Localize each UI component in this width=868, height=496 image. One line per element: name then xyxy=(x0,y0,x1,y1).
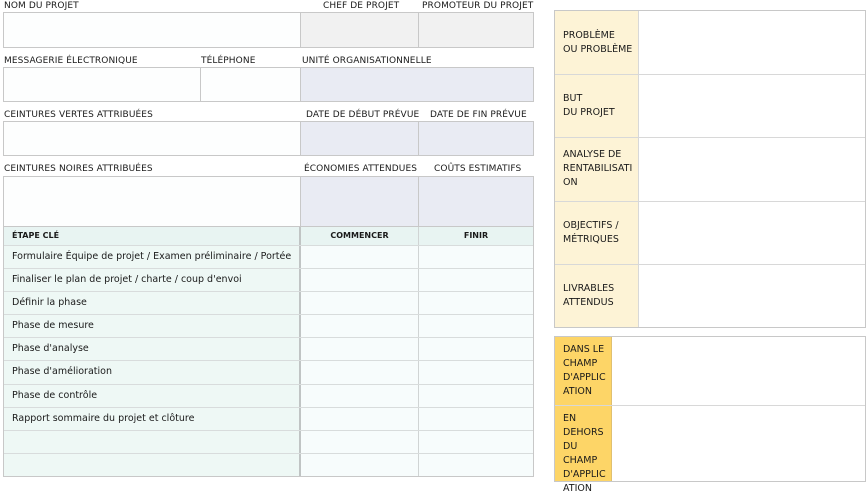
milestone-start-cell[interactable] xyxy=(301,361,419,384)
detail-row-deliverables: LIVRABLES ATTENDUS xyxy=(555,263,865,327)
milestone-step[interactable] xyxy=(4,430,301,453)
table-row: Phase de contrôle xyxy=(4,383,533,407)
black-belts-field[interactable] xyxy=(3,176,301,227)
project-manager-label: CHEF DE PROJET xyxy=(323,1,400,11)
deliverables-label: LIVRABLES ATTENDUS xyxy=(555,264,639,327)
table-row: Rapport sommaire du projet et clôture xyxy=(4,406,533,430)
milestone-step: Phase de contrôle xyxy=(4,384,301,407)
milestone-end-cell[interactable] xyxy=(419,453,533,476)
in-scope-field[interactable] xyxy=(612,337,865,405)
goals-label: OBJECTIFS / MÉTRIQUES xyxy=(555,201,639,264)
milestone-start-cell[interactable] xyxy=(301,384,419,407)
milestone-end-cell[interactable] xyxy=(419,338,533,361)
milestone-col-start: COMMENCER xyxy=(301,227,419,245)
project-manager-field[interactable] xyxy=(300,12,419,48)
milestone-table: ÉTAPE CLÉ COMMENCER FINIR Formulaire Équ… xyxy=(3,226,534,477)
org-unit-label: UNITÉ ORGANISATIONNELLE xyxy=(302,56,432,66)
out-scope-field[interactable] xyxy=(612,406,865,481)
milestone-col-step: ÉTAPE CLÉ xyxy=(4,227,301,245)
detail-row-business-case: ANALYSE DE RENTABILISATI ON xyxy=(555,137,865,201)
problem-label: PROBLÈME OU PROBLÈME xyxy=(555,11,639,75)
milestone-end-cell[interactable] xyxy=(419,246,533,269)
purpose-field[interactable] xyxy=(639,75,865,138)
scope-row-out: EN DEHORS DU CHAMP D'APPLIC ATION xyxy=(555,406,865,494)
milestone-col-end: FINIR xyxy=(419,227,533,245)
milestone-step: Phase d'analyse xyxy=(4,338,301,361)
email-label: MESSAGERIE ÉLECTRONIQUE xyxy=(4,56,138,66)
milestone-end-cell[interactable] xyxy=(419,361,533,384)
milestone-step[interactable] xyxy=(4,453,301,476)
costs-label: COÛTS ESTIMATIFS xyxy=(434,164,522,174)
in-scope-label: DANS LE CHAMP D'APPLIC ATION xyxy=(555,337,612,405)
milestone-step: Formulaire Équipe de projet / Examen pré… xyxy=(4,246,301,269)
milestone-end-cell[interactable] xyxy=(419,384,533,407)
milestone-table-header: ÉTAPE CLÉ COMMENCER FINIR xyxy=(4,227,533,245)
costs-field[interactable] xyxy=(418,176,534,227)
detail-row-goals: OBJECTIFS / MÉTRIQUES xyxy=(555,200,865,264)
phone-label: TÉLÉPHONE xyxy=(201,56,256,66)
project-name-field[interactable] xyxy=(3,12,301,48)
milestone-start-cell[interactable] xyxy=(301,338,419,361)
scope-panel: DANS LE CHAMP D'APPLIC ATION EN DEHORS D… xyxy=(554,336,866,494)
end-date-label: DATE DE FIN PRÉVUE xyxy=(430,110,527,120)
milestone-end-cell[interactable] xyxy=(419,407,533,430)
table-row: Phase d'analyse xyxy=(4,337,533,361)
milestone-step: Rapport sommaire du projet et clôture xyxy=(4,407,301,430)
milestone-step: Définir la phase xyxy=(4,292,301,315)
milestone-start-cell[interactable] xyxy=(301,407,419,430)
milestone-start-cell[interactable] xyxy=(301,246,419,269)
table-row: Définir la phase xyxy=(4,291,533,315)
sponsor-field[interactable] xyxy=(418,12,534,48)
table-row: Phase d'amélioration xyxy=(4,360,533,384)
org-unit-field[interactable] xyxy=(300,67,534,102)
milestone-end-cell[interactable] xyxy=(419,292,533,315)
milestone-start-cell[interactable] xyxy=(301,430,419,453)
sponsor-label: PROMOTEUR DU PROJET xyxy=(422,1,534,11)
table-row xyxy=(4,429,533,453)
table-row: Formulaire Équipe de projet / Examen pré… xyxy=(4,245,533,269)
savings-label: ÉCONOMIES ATTENDUES xyxy=(304,164,418,174)
start-date-field[interactable] xyxy=(300,121,419,156)
purpose-label: BUT DU PROJET xyxy=(555,75,639,138)
green-belts-label: CEINTURES VERTES ATTRIBUÉES xyxy=(4,110,153,120)
green-belts-field[interactable] xyxy=(3,121,301,156)
table-row: Finaliser le plan de projet / charte / c… xyxy=(4,268,533,292)
deliverables-field[interactable] xyxy=(639,264,865,327)
email-field[interactable] xyxy=(3,67,201,102)
table-row xyxy=(4,452,533,476)
goals-field[interactable] xyxy=(639,201,865,264)
problem-field[interactable] xyxy=(639,11,865,75)
detail-row-purpose: BUT DU PROJET xyxy=(555,74,865,138)
business-case-field[interactable] xyxy=(639,138,865,201)
milestone-start-cell[interactable] xyxy=(301,292,419,315)
milestone-step: Finaliser le plan de projet / charte / c… xyxy=(4,269,301,292)
project-details-panel: PROBLÈME OU PROBLÈME BUT DU PROJET ANALY… xyxy=(554,10,866,328)
end-date-field[interactable] xyxy=(418,121,534,156)
milestone-step: Phase d'amélioration xyxy=(4,361,301,384)
milestone-end-cell[interactable] xyxy=(419,269,533,292)
start-date-label: DATE DE DÉBUT PRÉVUE xyxy=(306,110,420,120)
scope-row-in: DANS LE CHAMP D'APPLIC ATION xyxy=(555,337,865,406)
project-name-label: NOM DU PROJET xyxy=(4,1,79,11)
business-case-label: ANALYSE DE RENTABILISATI ON xyxy=(555,138,639,201)
milestone-start-cell[interactable] xyxy=(301,453,419,476)
milestone-end-cell[interactable] xyxy=(419,430,533,453)
milestone-step: Phase de mesure xyxy=(4,315,301,338)
milestone-end-cell[interactable] xyxy=(419,315,533,338)
milestone-start-cell[interactable] xyxy=(301,269,419,292)
phone-field[interactable] xyxy=(200,67,301,102)
out-scope-label: EN DEHORS DU CHAMP D'APPLIC ATION xyxy=(555,406,612,494)
table-row: Phase de mesure xyxy=(4,314,533,338)
black-belts-label: CEINTURES NOIRES ATTRIBUÉES xyxy=(4,164,153,174)
milestone-start-cell[interactable] xyxy=(301,315,419,338)
savings-field[interactable] xyxy=(300,176,419,227)
detail-row-problem: PROBLÈME OU PROBLÈME xyxy=(555,11,865,75)
